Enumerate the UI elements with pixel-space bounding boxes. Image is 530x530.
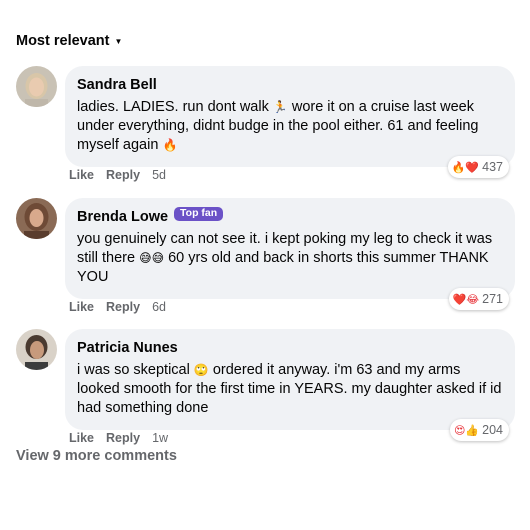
reaction-icons: ❤️😂 (452, 292, 480, 306)
sweat-smile-emoji-icon: 😅😅 (139, 251, 165, 265)
reaction-summary[interactable]: 😍👍 204 (449, 419, 509, 441)
avatar[interactable] (16, 198, 57, 239)
commenter-name[interactable]: Brenda Lowe (77, 208, 168, 226)
reply-button[interactable]: Reply (106, 431, 140, 445)
reaction-count: 204 (482, 423, 503, 437)
comment-timestamp[interactable]: 1w (152, 431, 168, 445)
comment-text: you genuinely can not see it. i kept pok… (77, 231, 493, 285)
commenter-name[interactable]: Sandra Bell (77, 76, 157, 94)
eye-roll-emoji-icon: 🙄 (193, 363, 209, 377)
comment-timestamp[interactable]: 6d (152, 300, 166, 314)
comment-timestamp[interactable]: 5d (152, 168, 166, 182)
comment-bubble: Patricia Nunes i was so skeptical 🙄 orde… (65, 329, 515, 441)
fire-emoji-icon: 🔥 (162, 138, 178, 152)
avatar[interactable] (16, 329, 57, 370)
comment-bubble: Brenda Lowe Top fan you genuinely can no… (65, 198, 515, 310)
sort-label: Most relevant (16, 33, 110, 49)
top-fan-badge: Top fan (174, 207, 224, 221)
reaction-icons: 😍👍 (453, 423, 480, 437)
reaction-count: 437 (482, 160, 503, 174)
like-button[interactable]: Like (69, 300, 94, 314)
reply-button[interactable]: Reply (106, 168, 140, 182)
comment-bubble: Sandra Bell ladies. LADIES. run dont wal… (65, 66, 515, 178)
like-button[interactable]: Like (69, 168, 94, 182)
reaction-count: 271 (482, 292, 503, 306)
comment-actions: Like Reply 5d (69, 168, 166, 182)
view-more-comments-link[interactable]: View 9 more comments (16, 448, 177, 464)
reaction-summary[interactable]: 🔥❤️ 437 (447, 156, 509, 178)
reaction-summary[interactable]: ❤️😂 271 (448, 288, 509, 310)
reaction-icons: 🔥❤️ (451, 160, 480, 174)
commenter-name[interactable]: Patricia Nunes (77, 339, 178, 357)
reply-button[interactable]: Reply (106, 300, 140, 314)
comment-actions: Like Reply 6d (69, 300, 166, 314)
sort-dropdown[interactable]: Most relevant ▼ (16, 33, 122, 49)
comment-actions: Like Reply 1w (69, 431, 168, 445)
comment-text: i was so skeptical 🙄 ordered it anyway. … (77, 362, 502, 416)
running-emoji-icon: 🏃 (272, 100, 288, 114)
avatar[interactable] (16, 66, 57, 107)
like-button[interactable]: Like (69, 431, 94, 445)
caret-down-icon: ▼ (114, 37, 123, 46)
comment-text: ladies. LADIES. run dont walk 🏃 wore it … (77, 99, 479, 153)
